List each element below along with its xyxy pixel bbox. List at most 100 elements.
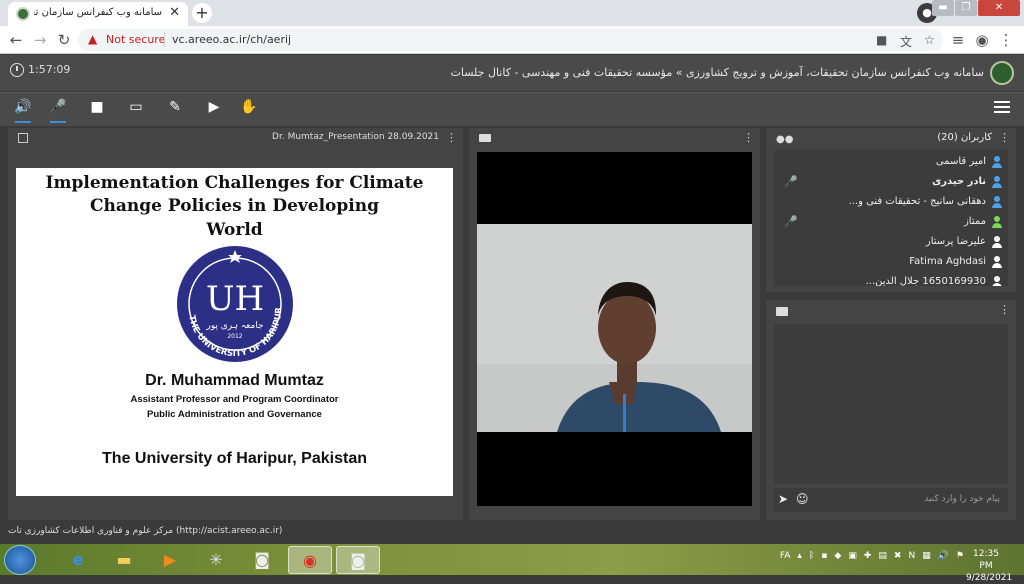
flag-icon[interactable]: ⚑ [956, 551, 964, 561]
tray-app-icon-7[interactable]: ▦ [922, 551, 931, 561]
send-icon[interactable]: ➤ [778, 492, 788, 506]
user-icon [992, 156, 1002, 168]
emoji-icon[interactable]: ☺ [796, 492, 809, 506]
user-name: دهقانی سانیج - تحقیقات فنی و... [848, 196, 986, 207]
chrome-icon[interactable]: ◉ [288, 546, 332, 574]
slide-title-line2: World [206, 220, 263, 240]
user-row[interactable]: امیر قاسمی [774, 152, 1008, 172]
user-mic-icon: 🎤 [784, 215, 798, 228]
extension-icon[interactable]: ◉ [972, 30, 992, 50]
user-row[interactable]: 1650169930 جلال الدین... [774, 272, 1008, 286]
forward-icon[interactable]: → [30, 30, 50, 50]
reload-icon[interactable]: ↻ [54, 30, 74, 50]
user-icon [992, 196, 1002, 208]
webcam-video[interactable] [477, 152, 752, 506]
tray-app-icon-6[interactable]: ✖ [894, 551, 902, 561]
speaker-icon[interactable]: 🔊 [12, 99, 34, 123]
tray-app-icon-3[interactable]: ▣ [848, 551, 857, 561]
users-panel: ●● کاربران (20) ⋮ امیر قاسمی نادر حیدری 🎤 د… [766, 128, 1016, 292]
user-row[interactable]: نادر حیدری 🎤 [774, 172, 1008, 192]
page-title: سامانه وب کنفرانس سازمان تحقیقات، آموزش … [450, 66, 985, 79]
media-player-icon[interactable]: ▶ [148, 546, 192, 574]
bookmark-star-icon[interactable]: ☆ [924, 33, 935, 47]
user-row[interactable]: Fatima Aghdasi [774, 252, 1008, 272]
new-tab-button[interactable]: + [192, 3, 212, 23]
slide-speaker: Dr. Muhammad Mumtaz [145, 372, 324, 389]
maximize-button[interactable]: ❐ [955, 0, 977, 16]
meeting-toolbar [0, 92, 1024, 126]
folder-icon[interactable]: ▬ [102, 546, 146, 574]
close-window-button[interactable]: ✕ [978, 0, 1020, 16]
presentation-panel: Dr. Mumtaz_Presentation 28.09.2021 ⋮ Imp… [8, 128, 463, 520]
bluetooth-icon[interactable]: ᛒ [809, 551, 814, 561]
browser-toolbar: ← → ↻ ▲ Not secure vc.areeo.ac.ir/ch/aer… [0, 26, 1024, 54]
users-group-icon: ●● [776, 134, 794, 145]
user-name: نادر حیدری [932, 176, 986, 187]
minimize-button[interactable]: ▬ [932, 0, 954, 16]
address-bar[interactable]: ▲ Not secure vc.areeo.ac.ir/ch/aerij ■ 文… [78, 29, 943, 51]
play-media-icon[interactable]: ▶ [203, 99, 225, 119]
omnibox-divider [164, 32, 165, 47]
tray-app-icon-4[interactable]: ✚ [864, 551, 872, 561]
tray-arrow-icon[interactable]: ▴ [797, 551, 802, 561]
seal-year: 2012 [227, 333, 242, 340]
user-row[interactable]: علیرضا پرستار [774, 232, 1008, 252]
system-clock[interactable]: 12:35 PM 9/28/2021 [966, 548, 1012, 584]
camera-app-icon-2[interactable]: ◙ [336, 546, 380, 574]
user-name: 1650169930 جلال الدین... [865, 276, 986, 286]
back-icon[interactable]: ← [6, 30, 26, 50]
camera-permission-icon[interactable]: ■ [876, 33, 887, 47]
brush-icon[interactable]: ✎ [164, 99, 186, 119]
user-row[interactable]: ممتاز 🎤 [774, 212, 1008, 232]
users-menu-icon[interactable]: ⋮ [999, 131, 1010, 144]
presentation-filename: Dr. Mumtaz_Presentation 28.09.2021 [272, 132, 439, 142]
browser-tab[interactable]: سامانه وب کنفرانس سازمان تحقیقات ✕ [8, 2, 188, 26]
user-name: امیر قاسمی [935, 156, 986, 167]
network-icon[interactable]: ✳ [194, 546, 238, 574]
translate-icon[interactable]: 文 [900, 33, 912, 50]
microphone-icon[interactable]: 🎤 [47, 99, 69, 123]
seal-urdu: جامعہ ہری پور [205, 321, 263, 331]
start-button[interactable] [4, 545, 36, 575]
warning-icon[interactable]: ▲ [88, 32, 97, 46]
session-timer: 1:57:09 [10, 63, 70, 77]
camera-icon[interactable]: ■ [86, 99, 108, 119]
user-name: Fatima Aghdasi [909, 256, 986, 267]
user-row[interactable]: دهقانی سانیج - تحقیقات فنی و... [774, 192, 1008, 212]
app-footer: مرکز علوم و فناوری اطلاعات کشاورزی تات (… [0, 520, 1024, 544]
seal-monogram: UH [205, 279, 263, 319]
webcam-menu-icon[interactable]: ⋮ [743, 131, 754, 144]
hamburger-menu-icon[interactable] [994, 101, 1010, 113]
not-secure-label[interactable]: Not secure [106, 33, 165, 46]
webcam-panel: ⋮ [469, 128, 760, 520]
slide-role: Assistant Professor and Program Coordina… [130, 394, 339, 405]
system-tray: FA ▴ ᛒ ▪ ◆ ▣ ✚ ▤ ✖ N ▦ 🔊 ⚑ [780, 551, 964, 561]
raise-hand-icon[interactable]: ✋ [238, 99, 260, 119]
chat-menu-icon[interactable]: ⋮ [999, 303, 1010, 316]
onenote-icon[interactable]: N [908, 551, 915, 561]
url-text[interactable]: vc.areeo.ac.ir/ch/aerij [172, 33, 291, 46]
users-list[interactable]: امیر قاسمی نادر حیدری 🎤 دهقانی سانیج - تحقی… [774, 150, 1008, 286]
volume-icon[interactable]: 🔊 [938, 551, 949, 561]
presentation-menu-icon[interactable]: ⋮ [446, 131, 457, 144]
slide-title: Implementation Challenges for Climate Ch… [45, 173, 424, 216]
tray-app-icon[interactable]: ▪ [821, 551, 827, 561]
slide-university: The University of Haripur, Pakistan [102, 450, 367, 467]
tray-app-icon-2[interactable]: ◆ [834, 551, 841, 561]
screen-share-icon[interactable]: ▭ [125, 99, 147, 119]
tab-title: سامانه وب کنفرانس سازمان تحقیقات [34, 7, 162, 18]
tray-app-icon-5[interactable]: ▤ [878, 551, 887, 561]
camera-app-icon[interactable]: ◙ [240, 546, 284, 574]
chat-input[interactable]: ➤ ☺ پیام خود را وارد کنید [774, 488, 1008, 512]
user-name: علیرضا پرستار [925, 236, 986, 247]
university-seal-logo: UH جامعہ ہری پور 2012 THE UNIVERSITY OF … [175, 244, 295, 364]
reading-list-icon[interactable]: ≡ [948, 30, 968, 50]
language-indicator[interactable]: FA [780, 551, 791, 561]
user-icon [992, 216, 1002, 228]
chat-placeholder[interactable]: پیام خود را وارد کنید [924, 494, 1000, 504]
ie-icon[interactable]: e [56, 546, 100, 574]
user-icon [992, 176, 1002, 188]
tab-close-icon[interactable]: ✕ [169, 5, 180, 20]
chat-panel: ⋮ ➤ ☺ پیام خود را وارد کنید [766, 300, 1016, 520]
browser-menu-icon[interactable]: ⋮ [996, 30, 1016, 50]
